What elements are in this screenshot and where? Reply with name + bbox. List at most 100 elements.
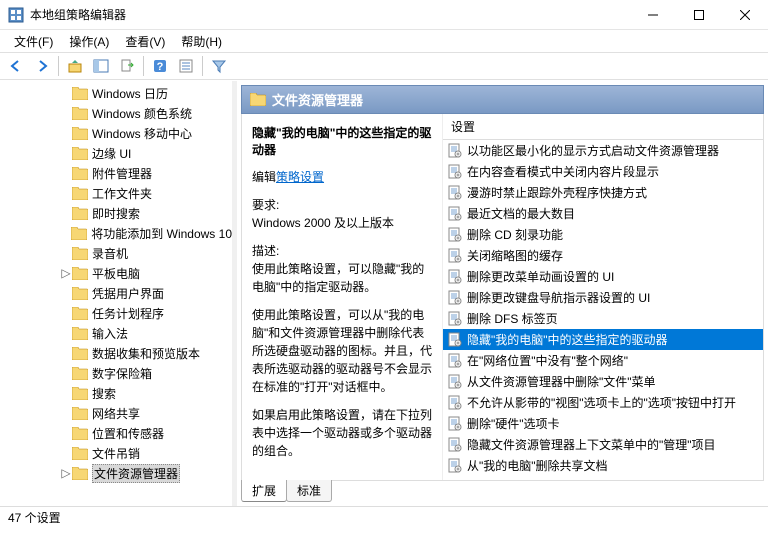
close-button[interactable] (722, 0, 768, 30)
tree-item-label: 文件资源管理器 (92, 464, 180, 483)
tree-pane-icon (93, 58, 109, 74)
tab-standard[interactable]: 标准 (286, 480, 332, 502)
settings-list-item[interactable]: 删除"硬件"选项卡 (443, 413, 763, 434)
settings-list[interactable]: 以功能区最小化的显示方式启动文件资源管理器在内容查看模式中关闭内容片段显示漫游时… (443, 140, 763, 480)
settings-list-item[interactable]: 以功能区最小化的显示方式启动文件资源管理器 (443, 140, 763, 161)
menu-help[interactable]: 帮助(H) (173, 31, 230, 52)
settings-list-item[interactable]: 删除更改菜单动画设置的 UI (443, 266, 763, 287)
settings-list-item[interactable]: 从"我的电脑"删除共享文档 (443, 455, 763, 476)
desc-label: 描述: (252, 244, 279, 258)
show-hide-tree-button[interactable] (89, 54, 113, 78)
back-arrow-icon (8, 58, 24, 74)
settings-list-item[interactable]: 删除 DFS 标签页 (443, 308, 763, 329)
forward-arrow-icon (34, 58, 50, 74)
edit-policy-link[interactable]: 策略设置 (276, 170, 324, 184)
tree-item-label: 输入法 (92, 325, 128, 342)
detail-pane: 隐藏"我的电脑"中的这些指定的驱动器 编辑策略设置 要求: Windows 20… (242, 114, 442, 480)
policy-icon (447, 164, 463, 180)
settings-item-label: 漫游时禁止跟踪外壳程序快捷方式 (467, 184, 647, 201)
tree-item-label: 任务计划程序 (92, 305, 164, 322)
tree-item[interactable]: 位置和传感器 (0, 423, 232, 443)
maximize-button[interactable] (676, 0, 722, 30)
folder-icon (72, 87, 88, 100)
minimize-button[interactable] (630, 0, 676, 30)
tree-item[interactable]: 网络共享 (0, 403, 232, 423)
tree-item-label: 凭据用户界面 (92, 285, 164, 302)
tree-item[interactable]: 任务计划程序 (0, 303, 232, 323)
settings-item-label: 以功能区最小化的显示方式启动文件资源管理器 (467, 142, 719, 159)
settings-item-label: 不允许从影带的"视图"选项卡上的"选项"按钮中打开 (467, 394, 736, 411)
menu-file[interactable]: 文件(F) (6, 31, 61, 52)
tree-item[interactable]: 将功能添加到 Windows 10 (0, 223, 232, 243)
tree-item[interactable]: 文件吊销 (0, 443, 232, 463)
tree-item[interactable]: 工作文件夹 (0, 183, 232, 203)
export-button[interactable] (115, 54, 139, 78)
forward-button[interactable] (30, 54, 54, 78)
tree-item[interactable]: 数据收集和预览版本 (0, 343, 232, 363)
separator (58, 56, 59, 76)
panel-body: 隐藏"我的电脑"中的这些指定的驱动器 编辑策略设置 要求: Windows 20… (241, 114, 764, 480)
tree-item[interactable]: Windows 日历 (0, 83, 232, 103)
tree-item[interactable]: 凭据用户界面 (0, 283, 232, 303)
req-value: Windows 2000 及以上版本 (252, 216, 394, 230)
toolbar: ? (0, 52, 768, 80)
tree-item-label: 即时搜索 (92, 205, 140, 222)
policy-icon (447, 227, 463, 243)
folder-icon (71, 227, 87, 240)
desc-3: 如果启用此策略设置，请在下拉列表中选择一个驱动器或多个驱动器的组合。 (252, 406, 432, 460)
tree-item[interactable]: ▷ 文件资源管理器 (0, 463, 232, 483)
tree-item[interactable]: ▷平板电脑 (0, 263, 232, 283)
settings-list-item[interactable]: 最近文档的最大数目 (443, 203, 763, 224)
menu-action[interactable]: 操作(A) (61, 31, 117, 52)
tree-item[interactable]: 边缘 UI (0, 143, 232, 163)
back-button[interactable] (4, 54, 28, 78)
close-icon (740, 10, 750, 20)
settings-item-label: 删除 DFS 标签页 (467, 310, 558, 327)
tree-item[interactable]: Windows 颜色系统 (0, 103, 232, 123)
content-area: Windows 日历Windows 颜色系统Windows 移动中心边缘 UI附… (0, 80, 768, 506)
policy-icon (447, 206, 463, 222)
settings-list-item[interactable]: 不允许从影带的"视图"选项卡上的"选项"按钮中打开 (443, 392, 763, 413)
settings-item-label: 关闭缩略图的缓存 (467, 247, 563, 264)
settings-column-header[interactable]: 设置 (443, 114, 763, 140)
settings-list-item[interactable]: 从文件资源管理器中删除"文件"菜单 (443, 371, 763, 392)
settings-list-item[interactable]: 在"网络位置"中没有"整个网络" (443, 350, 763, 371)
settings-list-item[interactable]: 隐藏"我的电脑"中的这些指定的驱动器 (443, 329, 763, 350)
folder-icon (72, 407, 88, 420)
settings-list-item[interactable]: 隐藏文件资源管理器上下文菜单中的"管理"项目 (443, 434, 763, 455)
tree-item[interactable]: Windows 移动中心 (0, 123, 232, 143)
settings-list-wrap: 设置 以功能区最小化的显示方式启动文件资源管理器在内容查看模式中关闭内容片段显示… (442, 114, 763, 480)
tree-view[interactable]: Windows 日历Windows 颜色系统Windows 移动中心边缘 UI附… (0, 81, 232, 506)
expand-arrow-icon[interactable]: ▷ (60, 466, 72, 480)
settings-list-item[interactable]: 漫游时禁止跟踪外壳程序快捷方式 (443, 182, 763, 203)
help-button[interactable]: ? (148, 54, 172, 78)
folder-icon (72, 107, 88, 120)
tree-item[interactable]: 数字保险箱 (0, 363, 232, 383)
tree-item[interactable]: 搜索 (0, 383, 232, 403)
folder-icon (72, 127, 88, 140)
settings-list-item[interactable]: 关闭缩略图的缓存 (443, 245, 763, 266)
menu-view[interactable]: 查看(V) (117, 31, 173, 52)
up-button[interactable] (63, 54, 87, 78)
tree-item[interactable]: 附件管理器 (0, 163, 232, 183)
folder-up-icon (67, 58, 83, 74)
folder-icon (72, 447, 88, 460)
settings-item-label: 从文件资源管理器中删除"文件"菜单 (467, 373, 656, 390)
filter-button[interactable] (207, 54, 231, 78)
settings-list-item[interactable]: 删除 CD 刻录功能 (443, 224, 763, 245)
settings-list-item[interactable]: 在内容查看模式中关闭内容片段显示 (443, 161, 763, 182)
tree-item[interactable]: 录音机 (0, 243, 232, 263)
tree-item[interactable]: 输入法 (0, 323, 232, 343)
folder-icon (72, 327, 88, 340)
properties-button[interactable] (174, 54, 198, 78)
settings-item-label: 在"网络位置"中没有"整个网络" (467, 352, 628, 369)
settings-list-item[interactable]: 删除更改键盘导航指示器设置的 UI (443, 287, 763, 308)
expand-arrow-icon[interactable]: ▷ (60, 266, 72, 280)
settings-item-label: 删除"硬件"选项卡 (467, 415, 560, 432)
settings-item-label: 删除更改菜单动画设置的 UI (467, 268, 614, 285)
tree-panel: Windows 日历Windows 颜色系统Windows 移动中心边缘 UI附… (0, 81, 232, 506)
tree-item[interactable]: 即时搜索 (0, 203, 232, 223)
separator (143, 56, 144, 76)
tab-extended[interactable]: 扩展 (241, 480, 287, 502)
folder-icon (72, 247, 88, 260)
